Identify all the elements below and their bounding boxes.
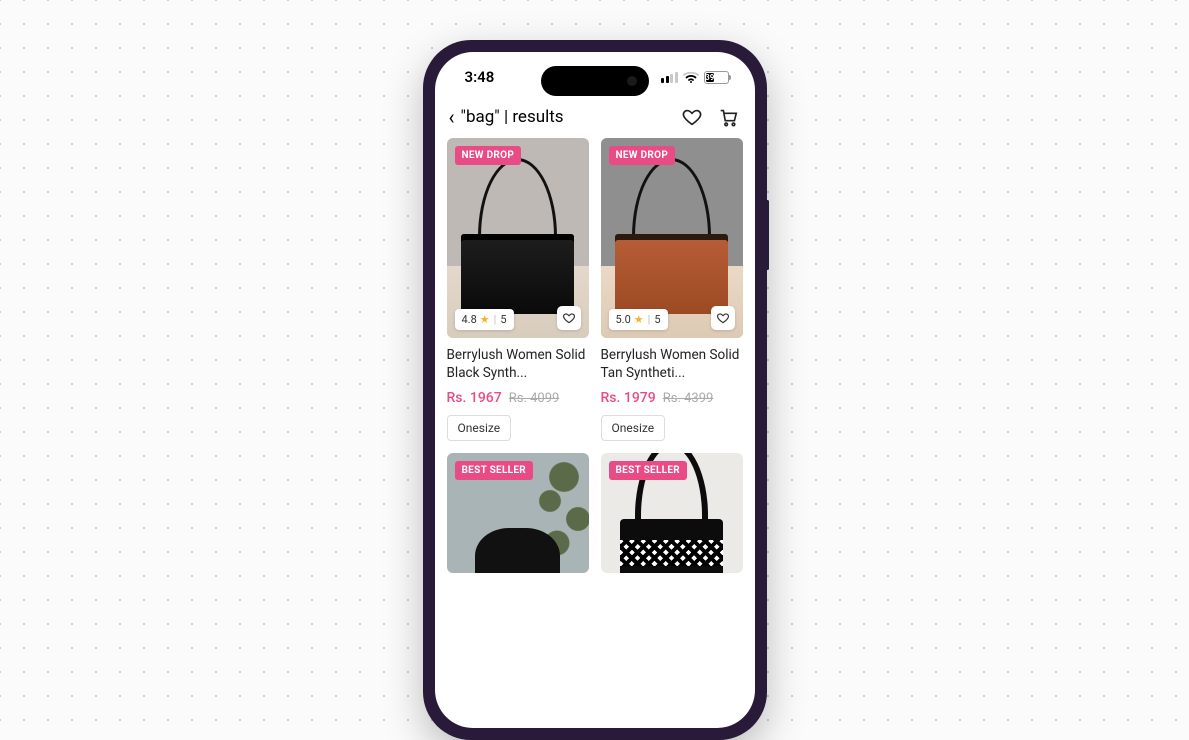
battery-icon: 39 — [704, 71, 729, 84]
wishlist-toggle[interactable] — [711, 306, 735, 330]
star-icon: ★ — [634, 313, 644, 326]
status-right: 39 — [661, 71, 729, 84]
page-title: "bag" | results — [461, 107, 564, 127]
wishlist-toggle[interactable] — [557, 306, 581, 330]
nav-right — [681, 106, 739, 128]
price-current: Rs. 1967 — [447, 390, 502, 406]
heart-outline-icon — [562, 311, 576, 325]
rating-pill: 5.0 ★ | 5 — [609, 309, 668, 330]
price-original: Rs. 4099 — [509, 391, 560, 406]
product-badge: NEW DROP — [609, 146, 676, 165]
product-card[interactable]: BEST SELLER — [601, 453, 743, 573]
product-badge: BEST SELLER — [609, 461, 688, 480]
product-card[interactable]: NEW DROP 4.8 ★ | 5 Berrylush Women Solid… — [447, 138, 589, 441]
cellular-signal-icon — [661, 72, 678, 83]
product-card[interactable]: BEST SELLER — [447, 453, 589, 573]
phone-screen: 3:48 39 ‹ "bag" | results — [435, 52, 755, 728]
heart-icon — [681, 106, 703, 128]
rating-count: 5 — [654, 313, 660, 326]
wifi-icon — [683, 71, 699, 83]
battery-level: 39 — [706, 73, 714, 82]
price-original: Rs. 4399 — [663, 391, 714, 406]
product-image[interactable]: BEST SELLER — [601, 453, 743, 573]
nav-left: ‹ "bag" | results — [449, 107, 564, 127]
product-card[interactable]: NEW DROP 5.0 ★ | 5 Berrylush Women Solid… — [601, 138, 743, 441]
search-results-header: ‹ "bag" | results — [435, 102, 755, 138]
product-image[interactable]: NEW DROP 4.8 ★ | 5 — [447, 138, 589, 338]
rating-value: 5.0 — [616, 313, 631, 326]
product-badge: BEST SELLER — [455, 461, 534, 480]
back-chevron-icon[interactable]: ‹ — [449, 107, 455, 127]
notch — [541, 66, 649, 96]
heart-outline-icon — [716, 311, 730, 325]
star-icon: ★ — [480, 313, 490, 326]
size-chip[interactable]: Onesize — [447, 415, 512, 441]
rating-value: 4.8 — [462, 313, 477, 326]
phone-frame: 3:48 39 ‹ "bag" | results — [423, 40, 767, 740]
status-time: 3:48 — [465, 68, 495, 86]
size-chip[interactable]: Onesize — [601, 415, 666, 441]
product-badge: NEW DROP — [455, 146, 522, 165]
price-row: Rs. 1967 Rs. 4099 — [447, 390, 589, 406]
rating-count: 5 — [500, 313, 506, 326]
price-current: Rs. 1979 — [601, 390, 656, 406]
product-image[interactable]: BEST SELLER — [447, 453, 589, 573]
cart-icon — [717, 106, 739, 128]
product-title: Berrylush Women Solid Tan Syntheti... — [601, 346, 743, 382]
product-grid[interactable]: NEW DROP 4.8 ★ | 5 Berrylush Women Solid… — [435, 138, 755, 573]
price-row: Rs. 1979 Rs. 4399 — [601, 390, 743, 406]
rating-pill: 4.8 ★ | 5 — [455, 309, 514, 330]
product-title: Berrylush Women Solid Black Synth... — [447, 346, 589, 382]
cart-button[interactable] — [717, 106, 739, 128]
product-image[interactable]: NEW DROP 5.0 ★ | 5 — [601, 138, 743, 338]
wishlist-button[interactable] — [681, 106, 703, 128]
